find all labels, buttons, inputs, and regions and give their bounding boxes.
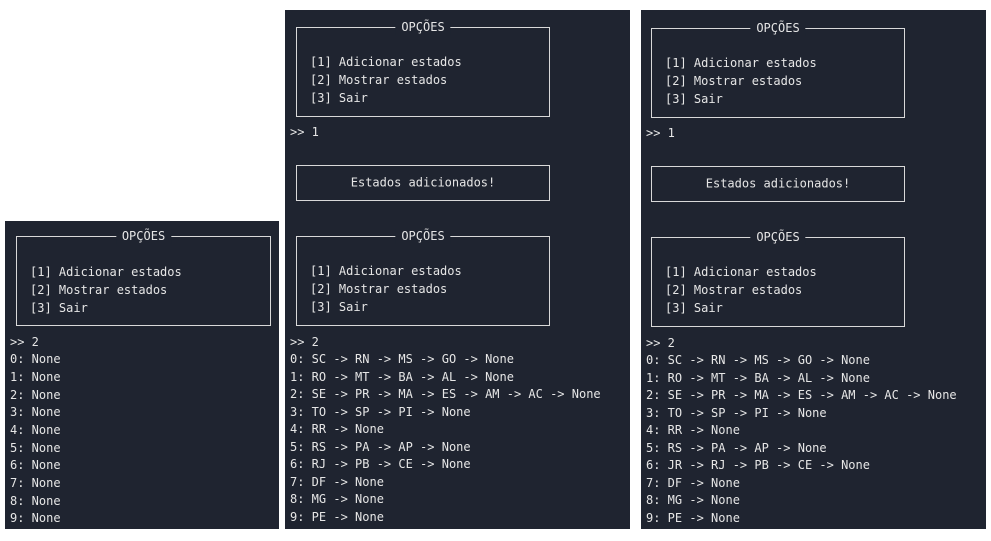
list-item: 1: None [10, 370, 61, 384]
list-item: 2: SE -> PR -> MA -> ES -> AM -> AC -> N… [290, 387, 601, 401]
list-item: 3: TO -> SP -> PI -> None [646, 406, 827, 420]
list-item: 5: RS -> PA -> AP -> None [646, 441, 827, 455]
terminal-panel-1: OPÇÕES [1] Adicionar estados [2] Mostrar… [5, 221, 279, 529]
menu-title: OPÇÕES [115, 229, 172, 244]
list-item: 5: RS -> PA -> AP -> None [290, 440, 471, 454]
options-menu-box: OPÇÕES [1] Adicionar estados [2] Mostrar… [651, 230, 905, 327]
list-item: 2: None [10, 388, 61, 402]
prompt-line: >> 1 [290, 125, 319, 139]
menu-title: OPÇÕES [750, 230, 806, 245]
list-item: 4: None [10, 423, 61, 437]
menu-item-add: [1] Adicionar estados [310, 55, 462, 69]
menu-item-exit: [3] Sair [665, 92, 723, 106]
success-message: Estados adicionados! [350, 175, 496, 190]
list-item: 9: None [10, 511, 61, 525]
list-item: 0: SC -> RN -> MS -> GO -> None [646, 353, 870, 367]
menu-item-show: [2] Mostrar estados [310, 73, 448, 87]
prompt-line: >> 1 [646, 126, 675, 140]
list-item: 3: TO -> SP -> PI -> None [290, 405, 471, 419]
menu-item-exit: [3] Sair [30, 301, 88, 315]
list-item: 9: PE -> None [646, 511, 740, 525]
message-box: Estados adicionados! [651, 166, 905, 202]
list-item: 6: JR -> RJ -> PB -> CE -> None [646, 458, 870, 472]
menu-title: OPÇÕES [395, 20, 451, 35]
menu-item-exit: [3] Sair [310, 300, 368, 314]
prompt-line: >> 2 [290, 335, 319, 349]
menu-item-add: [1] Adicionar estados [665, 56, 817, 70]
list-item: 9: PE -> None [290, 510, 384, 524]
list-item: 0: None [10, 352, 61, 366]
menu-item-exit: [3] Sair [310, 91, 368, 105]
list-item: 1: RO -> MT -> BA -> AL -> None [290, 370, 514, 384]
list-item: 3: None [10, 405, 61, 419]
list-item: 7: DF -> None [290, 475, 384, 489]
options-menu-box: OPÇÕES [1] Adicionar estados [2] Mostrar… [296, 20, 550, 117]
menu-item-show: [2] Mostrar estados [665, 283, 803, 297]
list-item: 2: SE -> PR -> MA -> ES -> AM -> AC -> N… [646, 388, 957, 402]
menu-title: OPÇÕES [750, 21, 806, 36]
prompt-line: >> 2 [646, 336, 675, 350]
menu-item-show: [2] Mostrar estados [665, 74, 803, 88]
list-item: 4: RR -> None [290, 422, 384, 436]
list-item: 5: None [10, 441, 61, 455]
menu-item-add: [1] Adicionar estados [30, 265, 182, 279]
options-menu-box: OPÇÕES [1] Adicionar estados [2] Mostrar… [651, 21, 905, 118]
menu-item-show: [2] Mostrar estados [310, 282, 448, 296]
list-item: 6: None [10, 458, 61, 472]
menu-item-add: [1] Adicionar estados [310, 264, 462, 278]
terminal-panel-2: OPÇÕES [1] Adicionar estados [2] Mostrar… [285, 10, 630, 529]
menu-item-add: [1] Adicionar estados [665, 265, 817, 279]
list-item: 4: RR -> None [646, 423, 740, 437]
menu-item-show: [2] Mostrar estados [30, 283, 168, 297]
success-message: Estados adicionados! [705, 176, 851, 191]
terminal-panel-3: OPÇÕES [1] Adicionar estados [2] Mostrar… [641, 10, 986, 529]
message-box: Estados adicionados! [296, 165, 550, 201]
list-item: 7: DF -> None [646, 476, 740, 490]
list-item: 8: None [10, 494, 61, 508]
list-item: 8: MG -> None [646, 493, 740, 507]
menu-item-exit: [3] Sair [665, 301, 723, 315]
menu-title: OPÇÕES [395, 229, 451, 244]
list-item: 8: MG -> None [290, 492, 384, 506]
list-item: 6: RJ -> PB -> CE -> None [290, 457, 471, 471]
options-menu-box: OPÇÕES [1] Adicionar estados [2] Mostrar… [296, 229, 550, 326]
options-menu-box: OPÇÕES [1] Adicionar estados [2] Mostrar… [16, 229, 271, 326]
list-item: 1: RO -> MT -> BA -> AL -> None [646, 371, 870, 385]
list-item: 0: SC -> RN -> MS -> GO -> None [290, 352, 514, 366]
list-item: 7: None [10, 476, 61, 490]
prompt-line: >> 2 [10, 335, 39, 349]
